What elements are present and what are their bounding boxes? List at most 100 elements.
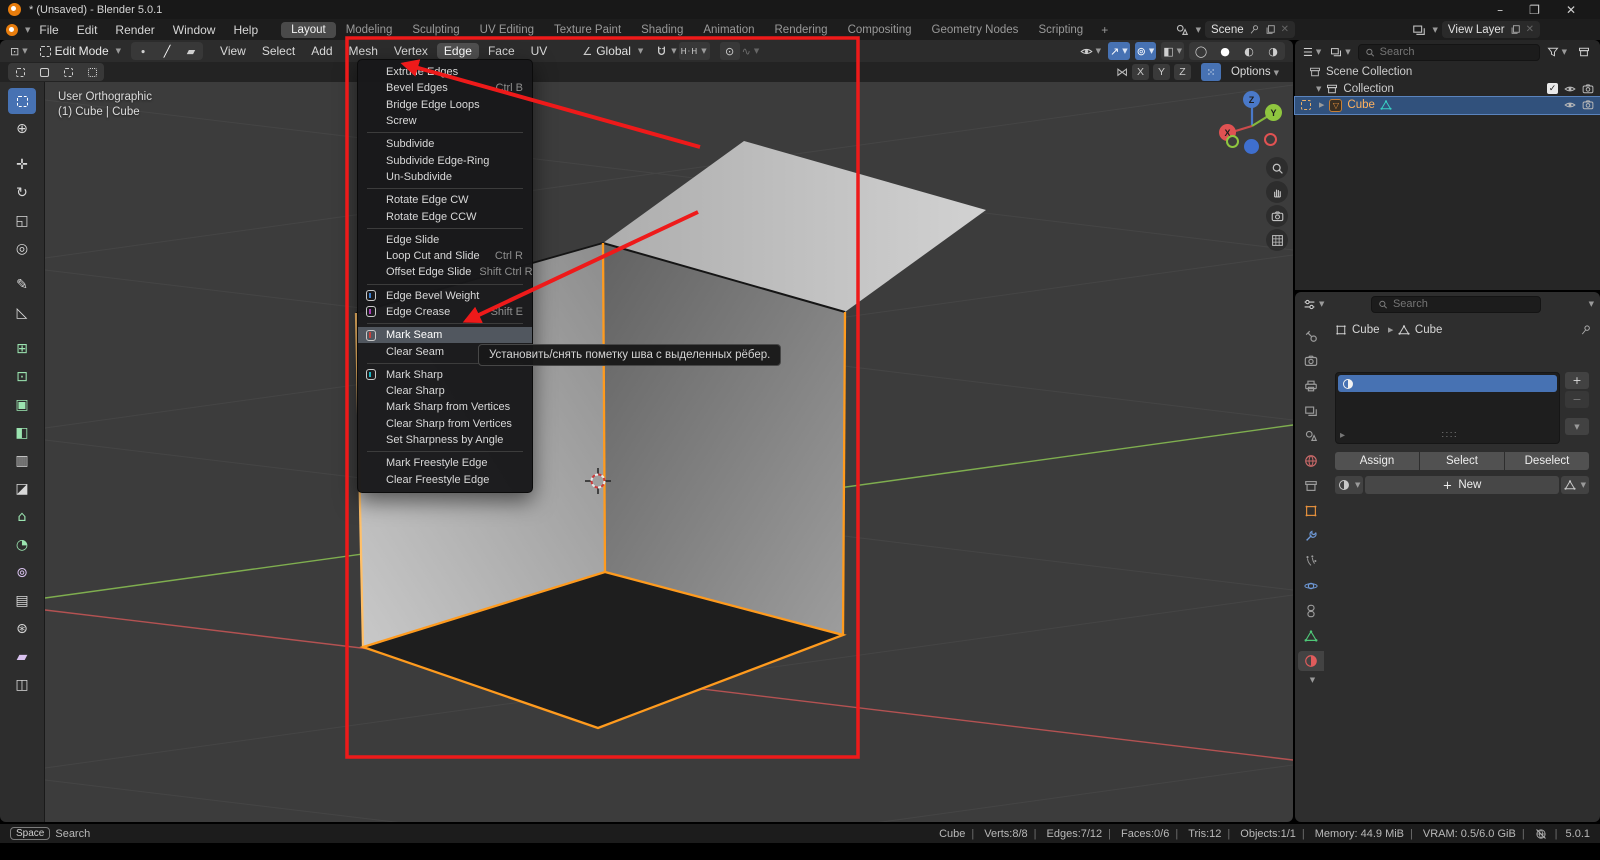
tab-modeling[interactable]: Modeling — [336, 22, 403, 38]
menu-select[interactable]: Select — [255, 43, 302, 59]
camera-view-button[interactable] — [1266, 205, 1288, 227]
snap-magnet-icon[interactable]: ▼ — [653, 42, 678, 60]
tab-particles[interactable] — [1298, 551, 1324, 571]
menu-item-rotate-edge-ccw[interactable]: Rotate Edge CCW — [358, 208, 532, 224]
snap-transform-icon[interactable]: ⁙ — [1201, 63, 1221, 81]
tab-material[interactable] — [1298, 651, 1324, 671]
scene-selector[interactable]: ▼ Scene ✕ — [1175, 21, 1295, 38]
menu-item-set-sharpness-by-angle[interactable]: Set Sharpness by Angle — [358, 432, 532, 448]
tool-loop-cut[interactable]: ▥ — [8, 448, 36, 474]
tab-rendering[interactable]: Rendering — [765, 22, 838, 38]
tool-annotate[interactable]: ✎ — [8, 272, 36, 298]
tab-world[interactable] — [1298, 451, 1324, 471]
tab-uv-editing[interactable]: UV Editing — [470, 22, 544, 38]
assign-button[interactable]: Assign — [1335, 452, 1419, 470]
menu-vertex[interactable]: Vertex — [387, 43, 435, 59]
tab-collection[interactable] — [1298, 476, 1324, 496]
menu-add[interactable]: Add — [304, 43, 339, 59]
menu-item-screw[interactable]: Screw — [358, 113, 532, 129]
expand-arrow-icon[interactable]: ▸ — [1340, 430, 1345, 441]
menu-item-un-subdivide[interactable]: Un-Subdivide — [358, 169, 532, 185]
add-workspace-button[interactable]: + — [1093, 23, 1116, 37]
menu-help[interactable]: Help — [224, 22, 267, 38]
gizmos-dropdown[interactable]: ↗▼ — [1108, 42, 1130, 60]
menu-view[interactable]: View — [213, 43, 253, 59]
link-material-dropdown[interactable]: ▼ — [1561, 476, 1589, 494]
vertex-select-button[interactable]: ∙ — [131, 42, 155, 60]
ortho-toggle-button[interactable] — [1266, 229, 1288, 251]
menu-item-extrude-edges[interactable]: Extrude Edges — [358, 64, 532, 80]
outliner-row-scene-collection[interactable]: Scene Collection — [1295, 64, 1600, 81]
slot-specials-dropdown[interactable]: ▼ — [1565, 418, 1589, 435]
gizmo-z-axis[interactable]: Z — [1243, 91, 1260, 108]
gizmo-y-neg[interactable] — [1226, 135, 1239, 148]
tab-physics[interactable] — [1298, 576, 1324, 596]
tab-geometry-nodes[interactable]: Geometry Nodes — [922, 22, 1029, 38]
select-subtract-icon[interactable] — [56, 63, 80, 81]
edge-select-button[interactable]: ╱ — [155, 42, 179, 60]
orientation-selector[interactable]: ∠ Global ▼ — [582, 44, 643, 58]
tool-rotate[interactable]: ↻ — [8, 180, 36, 206]
gizmo-z-neg[interactable] — [1244, 139, 1259, 154]
mode-selector[interactable]: Edit Mode ▼ — [40, 44, 121, 58]
tab-scripting[interactable]: Scripting — [1028, 22, 1093, 38]
wireframe-shading-button[interactable]: ◯ — [1189, 42, 1213, 60]
menu-item-loop-cut-and-slide[interactable]: Loop Cut and SlideCtrl R — [358, 248, 532, 264]
properties-search[interactable] — [1371, 296, 1541, 313]
add-slot-button[interactable]: + — [1565, 372, 1589, 389]
mirror-x-toggle[interactable]: X — [1132, 64, 1149, 80]
tool-shear[interactable]: ▰ — [8, 644, 36, 670]
chevron-down-icon[interactable]: ▼ — [1310, 676, 1315, 684]
remove-slot-button[interactable]: − — [1565, 391, 1589, 408]
tab-output[interactable] — [1298, 376, 1324, 396]
menu-item-edge-bevel-weight[interactable]: Edge Bevel Weight — [358, 288, 532, 304]
tab-sculpting[interactable]: Sculpting — [402, 22, 469, 38]
menu-item-mark-freestyle-edge[interactable]: Mark Freestyle Edge — [358, 455, 532, 471]
gizmo-x-neg[interactable] — [1264, 133, 1277, 146]
mirror-z-toggle[interactable]: Z — [1174, 64, 1191, 80]
editor-type-button[interactable]: ▼ — [1301, 295, 1326, 313]
deselect-button[interactable]: Deselect — [1505, 452, 1589, 470]
tool-select-box[interactable] — [8, 88, 36, 114]
maximize-button[interactable]: ❐ — [1529, 3, 1540, 17]
tab-layout[interactable]: Layout — [281, 22, 336, 38]
gizmo-y-axis[interactable]: Y — [1265, 104, 1282, 121]
menu-window[interactable]: Window — [164, 22, 225, 38]
copy-icon[interactable] — [1510, 24, 1521, 35]
view-layer-selector[interactable]: ▼ View Layer ✕ — [1412, 21, 1540, 38]
breadcrumb-data[interactable]: Cube — [1415, 324, 1443, 336]
menu-face[interactable]: Face — [481, 43, 522, 59]
solid-shading-button[interactable]: ● — [1213, 42, 1237, 60]
material-preview-button[interactable]: ◐ — [1237, 42, 1261, 60]
zoom-button[interactable] — [1266, 157, 1288, 179]
menu-item-mark-seam[interactable]: Mark Seam — [358, 327, 532, 343]
outliner-search[interactable] — [1358, 44, 1540, 61]
options-dropdown[interactable]: Options▼ — [1225, 65, 1285, 79]
tool-extrude-region[interactable]: ⊡ — [8, 364, 36, 390]
menu-item-mark-sharp-from-vertices[interactable]: Mark Sharp from Vertices — [358, 399, 532, 415]
proportional-editing-icon[interactable]: ⊙ — [720, 42, 740, 60]
disable-render-icon[interactable] — [1582, 99, 1594, 111]
copy-icon[interactable] — [1265, 24, 1276, 35]
tab-constraints[interactable] — [1298, 601, 1324, 621]
tool-rip-region[interactable]: ◫ — [8, 672, 36, 698]
pin-icon[interactable] — [1249, 24, 1260, 35]
editor-type-button[interactable]: ⊡▼ — [8, 42, 30, 60]
blender-menu-icon[interactable] — [6, 24, 18, 36]
tab-shading[interactable]: Shading — [631, 22, 693, 38]
tool-bevel[interactable]: ◧ — [8, 420, 36, 446]
tab-modifiers[interactable] — [1298, 526, 1324, 546]
close-icon[interactable]: ✕ — [1281, 24, 1289, 35]
viewport-canvas[interactable] — [45, 82, 1293, 822]
close-icon[interactable]: ✕ — [1526, 24, 1534, 35]
rendered-shading-button[interactable]: ◑ — [1261, 42, 1285, 60]
hide-eye-icon[interactable] — [1564, 99, 1576, 111]
outliner-row-collection[interactable]: ▼ Collection ✓ — [1295, 81, 1600, 98]
disable-render-icon[interactable] — [1582, 83, 1594, 95]
snap-target-button[interactable]: H·H▼ — [679, 42, 710, 60]
display-mode-dropdown[interactable]: ☰▼ — [1301, 43, 1323, 61]
outliner-row-cube[interactable]: ▼ ▽ Cube — [1295, 97, 1600, 114]
outliner-search-input[interactable] — [1380, 46, 1533, 58]
pan-hand-button[interactable] — [1266, 181, 1288, 203]
menu-item-offset-edge-slide[interactable]: Offset Edge SlideShift Ctrl R — [358, 264, 532, 280]
